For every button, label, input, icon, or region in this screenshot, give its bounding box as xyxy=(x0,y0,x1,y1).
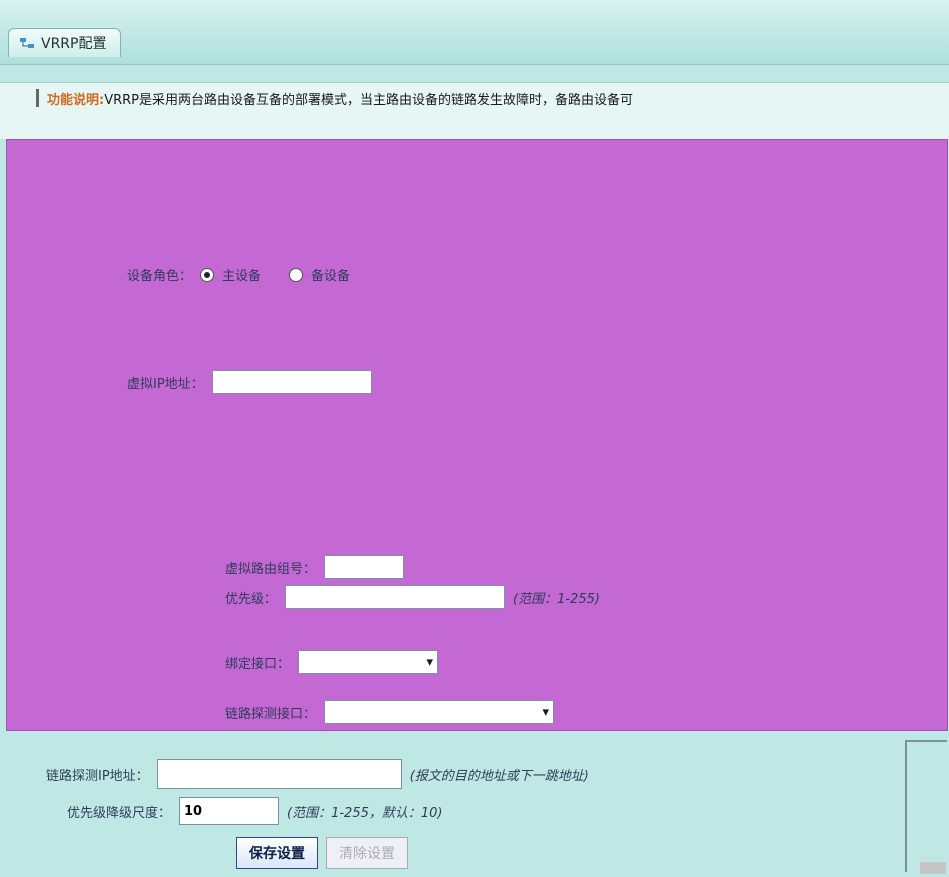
priority-hint: (范围：1-255) xyxy=(513,591,600,607)
group-label: 虚拟路由组号： xyxy=(225,561,317,577)
save-button[interactable]: 保存设置 xyxy=(236,837,318,869)
tab-title: VRRP配置 xyxy=(41,36,107,52)
top-band: VRRP配置 xyxy=(0,0,949,65)
probe-iface-select[interactable]: ▾ xyxy=(324,700,555,724)
role-backup-radio[interactable] xyxy=(289,267,304,282)
priority-input[interactable] xyxy=(285,585,506,609)
role-master-radio[interactable] xyxy=(200,267,215,282)
priority-row: 优先级： (范围：1-255) xyxy=(225,585,600,609)
group-input[interactable] xyxy=(324,555,405,579)
probe-ip-row: 链路探测IP地址： (报文的目的地址或下一跳地址) xyxy=(46,759,589,789)
probe-ip-input[interactable] xyxy=(156,759,402,789)
interface-select[interactable]: ▾ xyxy=(298,650,439,674)
interface-row: 绑定接口： ▾ xyxy=(225,650,439,674)
chevron-down-icon: ▾ xyxy=(542,704,550,720)
virtual-ip-input[interactable] xyxy=(211,370,372,394)
button-row: 保存设置 清除设置 xyxy=(236,837,408,869)
role-master-label: 主设备 xyxy=(222,269,262,284)
probe-form: 链路探测IP地址： (报文的目的地址或下一跳地址) 优先级降级尺度： (范围：1… xyxy=(0,729,900,877)
function-title: 功能说明: xyxy=(47,92,105,108)
function-text: VRRP是采用两台路由设备互备的部署模式，当主路由设备的链路发生故障时，备路由设… xyxy=(104,92,634,108)
description-overflow xyxy=(0,113,949,139)
tab-vrrp-config[interactable]: VRRP配置 xyxy=(8,28,122,57)
role-label: 设备角色： xyxy=(127,269,193,284)
network-icon xyxy=(20,38,34,48)
info-marker xyxy=(36,89,39,107)
probe-iface-row: 链路探测接口： ▾ xyxy=(225,700,555,724)
virtual-ip-row: 虚拟IP地址： xyxy=(127,370,372,394)
scrollbar-corner[interactable] xyxy=(920,862,946,874)
role-backup-label: 备设备 xyxy=(311,269,351,284)
chevron-down-icon: ▾ xyxy=(426,654,434,670)
function-description: 功能说明: VRRP是采用两台路由设备互备的部署模式，当主路由设备的链路发生故障… xyxy=(0,82,949,114)
group-row: 虚拟路由组号： xyxy=(225,555,405,579)
role-row: 设备角色： 主设备 备设备 xyxy=(127,265,350,284)
decrement-label: 优先级降级尺度： xyxy=(67,805,172,821)
probe-iface-label: 链路探测接口： xyxy=(225,706,317,722)
config-panel: 设备角色： 主设备 备设备 虚拟IP地址： 虚拟路由组号： 优先级： (范围：1… xyxy=(6,139,948,731)
probe-ip-hint: (报文的目的地址或下一跳地址) xyxy=(409,768,589,784)
side-frame xyxy=(905,740,947,872)
decrement-hint: (范围：1-255，默认：10) xyxy=(287,805,443,821)
probe-ip-label: 链路探测IP地址： xyxy=(46,768,149,784)
priority-label: 优先级： xyxy=(225,591,278,607)
decrement-row: 优先级降级尺度： (范围：1-255，默认：10) xyxy=(67,797,442,825)
virtual-ip-label: 虚拟IP地址： xyxy=(127,376,204,392)
interface-label: 绑定接口： xyxy=(225,656,291,672)
decrement-input[interactable] xyxy=(179,797,280,825)
clear-button[interactable]: 清除设置 xyxy=(326,837,408,869)
